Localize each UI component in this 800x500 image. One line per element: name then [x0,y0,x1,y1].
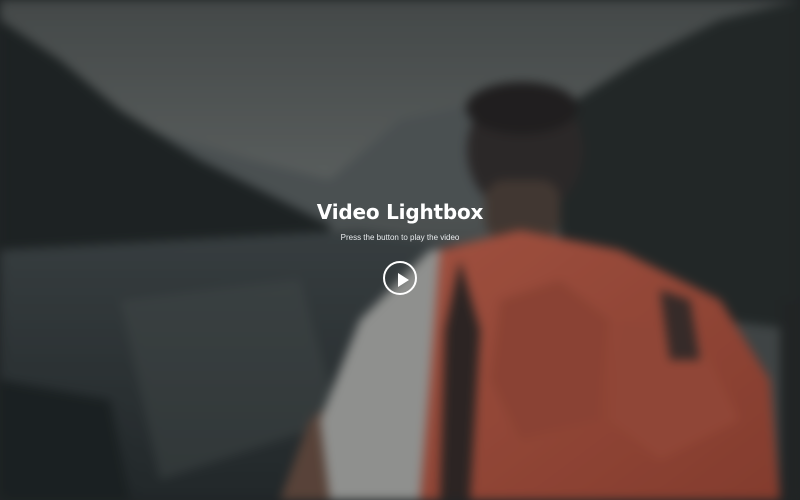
play-video-button[interactable] [383,261,417,295]
play-icon [398,273,409,287]
page-title: Video Lightbox [316,200,484,224]
video-lightbox-hero: Video Lightbox Press the button to play … [0,0,800,500]
hero-content: Video Lightbox Press the button to play … [0,198,800,298]
page-subtitle: Press the button to play the video [340,233,460,242]
